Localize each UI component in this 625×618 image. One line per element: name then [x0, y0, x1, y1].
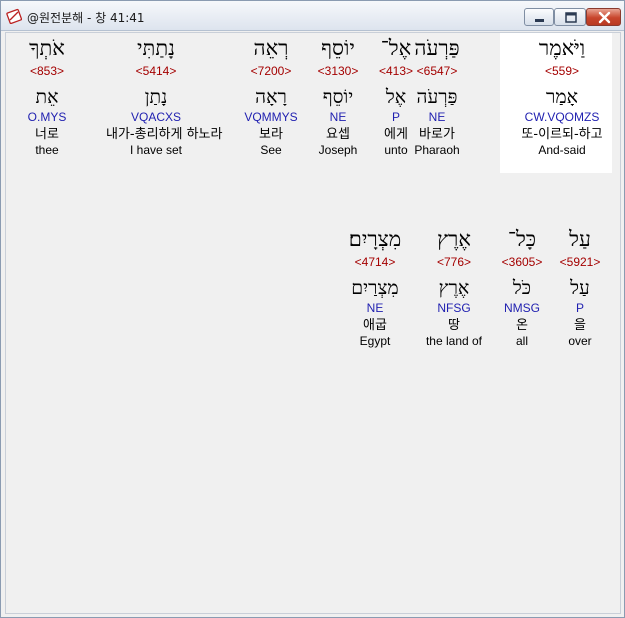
strong-number-link[interactable]: <853> [6, 64, 97, 78]
word-block[interactable]: אֹתְךָ <853> אֵת O.MYS 너로 thee [6, 35, 97, 157]
title-bar[interactable]: @원전분해 - 창 41:41 [1, 1, 624, 31]
korean-gloss: 애굽 [363, 318, 387, 333]
parsing-code: CW.VQOMZS [524, 110, 600, 124]
word-block[interactable]: מִצְרָיִם׃ <4714> מִצְרַיִם NE 애굽 Egypt [325, 226, 425, 348]
hebrew-surface-word: נָתַתִּי [137, 36, 175, 60]
close-icon [598, 11, 611, 24]
maximize-icon [565, 12, 577, 23]
hebrew-surface-word: אֹתְךָ [29, 36, 65, 60]
hebrew-root-word: רָאָה [255, 86, 287, 108]
english-gloss: Egypt [359, 334, 391, 348]
parsing-code: VQACXS [130, 110, 181, 124]
strong-number-link[interactable]: <7200> [221, 64, 321, 78]
korean-gloss: 내가-총리하게 하노라 [106, 127, 223, 142]
parsing-code: O.MYS [27, 110, 67, 124]
strong-number-link[interactable]: <559> [512, 64, 612, 78]
minimize-button[interactable] [524, 8, 554, 26]
korean-gloss: 보라 [259, 127, 283, 142]
close-button[interactable] [586, 8, 621, 26]
word-block[interactable]: נָתַתִּי <5414> נָתַן VQACXS 내가-총리하게 하노라 I ha… [106, 35, 223, 157]
interlinear-canvas: וַיֹּאמֶר <559> אָמַר CW.VQOMZS 또-이르되-하고 And-… [6, 33, 620, 613]
hebrew-root-word: אֵת [35, 86, 59, 108]
interlinear-view[interactable]: וַיֹּאמֶר <559> אָמַר CW.VQOMZS 또-이르되-하고 And-… [5, 32, 621, 614]
word-block[interactable]: רְאֵה <7200> רָאָה VQMMYS 보라 See [221, 35, 321, 157]
hebrew-surface-word: וַיֹּאמֶר [538, 36, 586, 60]
word-block[interactable]: וַיֹּאמֶר <559> אָמַר CW.VQOMZS 또-이르되-하고 And-… [512, 35, 612, 157]
english-gloss: And-said [538, 143, 586, 157]
strong-number-link[interactable]: <4714> [325, 255, 425, 269]
minimize-icon [535, 19, 544, 22]
app-window: @원전분해 - 창 41:41 וַיֹּאמֶר <559> אָמַר CW.VQ… [0, 0, 625, 618]
hebrew-root-word: נָתַן [144, 86, 168, 108]
hebrew-surface-word: רְאֵה [253, 36, 289, 60]
hebrew-root-word: מִצְרַיִם [351, 277, 399, 299]
maximize-button[interactable] [554, 8, 586, 26]
parsing-code: NE [366, 301, 384, 315]
bible-app-icon [6, 8, 22, 24]
hebrew-root-word: אָמַר [546, 86, 578, 108]
english-gloss: I have set [129, 143, 183, 157]
window-title: @원전분해 - 창 41:41 [27, 11, 145, 25]
korean-gloss: 너로 [35, 127, 59, 142]
hebrew-surface-word: מִצְרָיִם׃ [348, 227, 402, 251]
korean-gloss: 또-이르되-하고 [521, 127, 603, 142]
english-gloss: thee [35, 143, 59, 157]
strong-number-link[interactable]: <5414> [106, 64, 206, 78]
english-gloss: See [260, 143, 282, 157]
parsing-code: VQMMYS [244, 110, 298, 124]
